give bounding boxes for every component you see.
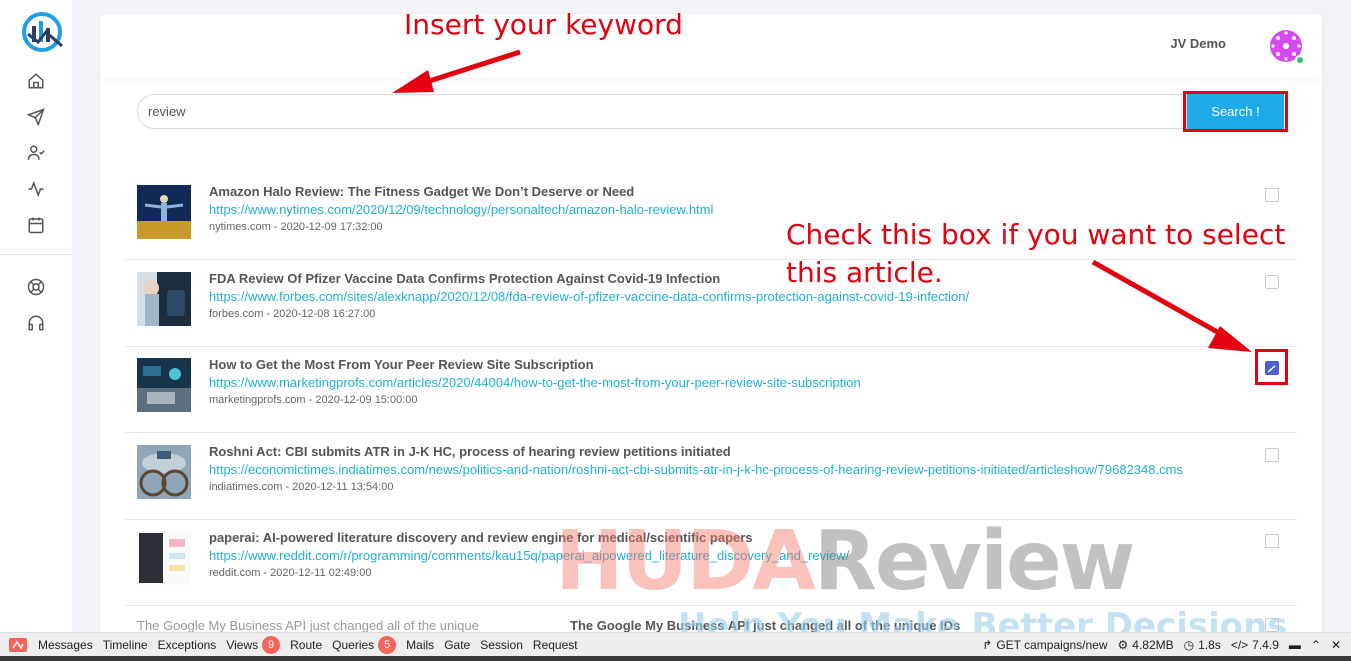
result-checkbox[interactable] bbox=[1265, 275, 1279, 289]
result-thumbnail-alt: The Google My Business API just changed … bbox=[137, 618, 479, 633]
debug-tab-session[interactable]: Session bbox=[480, 638, 523, 652]
result-title[interactable]: Amazon Halo Review: The Fitness Gadget W… bbox=[209, 184, 634, 199]
queries-count-badge: 5 bbox=[378, 635, 397, 654]
clock-icon: ◷ bbox=[1183, 638, 1195, 652]
result-thumbnail bbox=[137, 358, 191, 412]
views-count-badge: 9 bbox=[262, 635, 281, 654]
sidebar bbox=[0, 0, 72, 632]
debug-tab-messages[interactable]: Messages bbox=[38, 638, 93, 652]
debug-bar: Messages Timeline Exceptions Views 9 Rout… bbox=[0, 632, 1351, 656]
send-icon[interactable] bbox=[24, 105, 48, 129]
debug-tab-timeline[interactable]: Timeline bbox=[103, 638, 148, 652]
result-thumbnail bbox=[137, 531, 191, 585]
result-checkbox[interactable] bbox=[1265, 534, 1279, 548]
share-icon: ↱ bbox=[982, 638, 993, 652]
debug-tab-route[interactable]: Route bbox=[290, 638, 322, 652]
debug-memory: ⚙ 4.82MB bbox=[1117, 638, 1174, 652]
chevron-up-icon[interactable]: ⌃ bbox=[1311, 638, 1321, 652]
result-meta: indiatimes.com - 2020-12-11 13:54:00 bbox=[209, 481, 394, 493]
user-name[interactable]: JV Demo bbox=[1170, 36, 1226, 51]
watermark-logo: HUDAReview bbox=[555, 514, 1135, 609]
result-checkbox[interactable] bbox=[1265, 188, 1279, 202]
result-url[interactable]: https://economictimes.indiatimes.com/new… bbox=[209, 462, 1183, 477]
result-meta: reddit.com - 2020-12-11 02:49:00 bbox=[209, 567, 372, 579]
debug-bar-stats: ↱ GET campaigns/new ⚙ 4.82MB ◷ 1.8s </> 7.4.… bbox=[982, 633, 1351, 657]
app-logo-icon[interactable] bbox=[22, 12, 66, 52]
result-url[interactable]: https://www.marketingprofs.com/articles/… bbox=[209, 375, 861, 390]
result-url[interactable]: https://www.nytimes.com/2020/12/09/techn… bbox=[209, 202, 713, 217]
debug-tab-gate[interactable]: Gate bbox=[444, 638, 470, 652]
life-buoy-icon[interactable] bbox=[24, 275, 48, 299]
annotation-checkbox-line2: this article. bbox=[786, 256, 943, 289]
headphones-icon[interactable] bbox=[24, 311, 48, 335]
result-title[interactable]: How to Get the Most From Your Peer Revie… bbox=[209, 357, 594, 372]
debug-route: ↱ GET campaigns/new bbox=[982, 638, 1108, 652]
activity-icon[interactable] bbox=[24, 177, 48, 201]
top-header: JV Demo bbox=[100, 14, 1322, 78]
debug-tab-request[interactable]: Request bbox=[533, 638, 578, 652]
result-thumbnail bbox=[137, 272, 191, 326]
user-check-icon[interactable] bbox=[24, 141, 48, 165]
bottom-strip bbox=[0, 656, 1351, 661]
result-meta: marketingprofs.com - 2020-12-09 15:00:00 bbox=[209, 394, 418, 406]
debug-time: ◷ 1.8s bbox=[1183, 638, 1221, 652]
debug-tab-queries[interactable]: Queries 5 bbox=[332, 635, 397, 654]
debug-tab-views[interactable]: Views 9 bbox=[226, 635, 281, 654]
home-icon[interactable] bbox=[24, 69, 48, 93]
online-status-dot bbox=[1295, 55, 1305, 65]
result-url[interactable]: https://www.forbes.com/sites/alexknapp/2… bbox=[209, 289, 969, 304]
debug-php-version: </> 7.4.9 bbox=[1230, 638, 1279, 652]
result-item: How to Get the Most From Your Peer Revie… bbox=[125, 346, 1297, 433]
search-button-highlight bbox=[1183, 91, 1288, 132]
sidebar-divider bbox=[0, 254, 72, 255]
result-meta: nytimes.com - 2020-12-09 17:32:00 bbox=[209, 221, 383, 233]
result-thumbnail bbox=[137, 185, 191, 239]
cogs-icon: ⚙ bbox=[1117, 638, 1129, 652]
calendar-icon[interactable] bbox=[24, 213, 48, 237]
annotation-keyword: Insert your keyword bbox=[404, 8, 683, 41]
result-title[interactable]: FDA Review Of Pfizer Vaccine Data Confir… bbox=[209, 271, 720, 286]
folder-icon[interactable]: ▬ bbox=[1289, 638, 1301, 652]
debug-tab-mails[interactable]: Mails bbox=[406, 638, 434, 652]
search-input[interactable] bbox=[137, 94, 1187, 129]
result-thumbnail bbox=[137, 445, 191, 499]
checkbox-highlight bbox=[1255, 349, 1288, 385]
result-item: Roshni Act: CBI submits ATR in J-K HC, p… bbox=[125, 433, 1297, 520]
laravel-logo-icon[interactable] bbox=[8, 637, 28, 653]
result-checkbox[interactable] bbox=[1265, 448, 1279, 462]
code-icon: </> bbox=[1230, 638, 1249, 652]
debug-tab-exceptions[interactable]: Exceptions bbox=[158, 638, 217, 652]
result-meta: forbes.com - 2020-12-08 16:27:00 bbox=[209, 308, 376, 320]
annotation-checkbox-line1: Check this box if you want to select bbox=[786, 218, 1286, 251]
result-title[interactable]: Roshni Act: CBI submits ATR in J-K HC, p… bbox=[209, 444, 731, 459]
result-item: FDA Review Of Pfizer Vaccine Data Confir… bbox=[125, 260, 1297, 347]
close-icon[interactable]: ✕ bbox=[1331, 638, 1341, 652]
